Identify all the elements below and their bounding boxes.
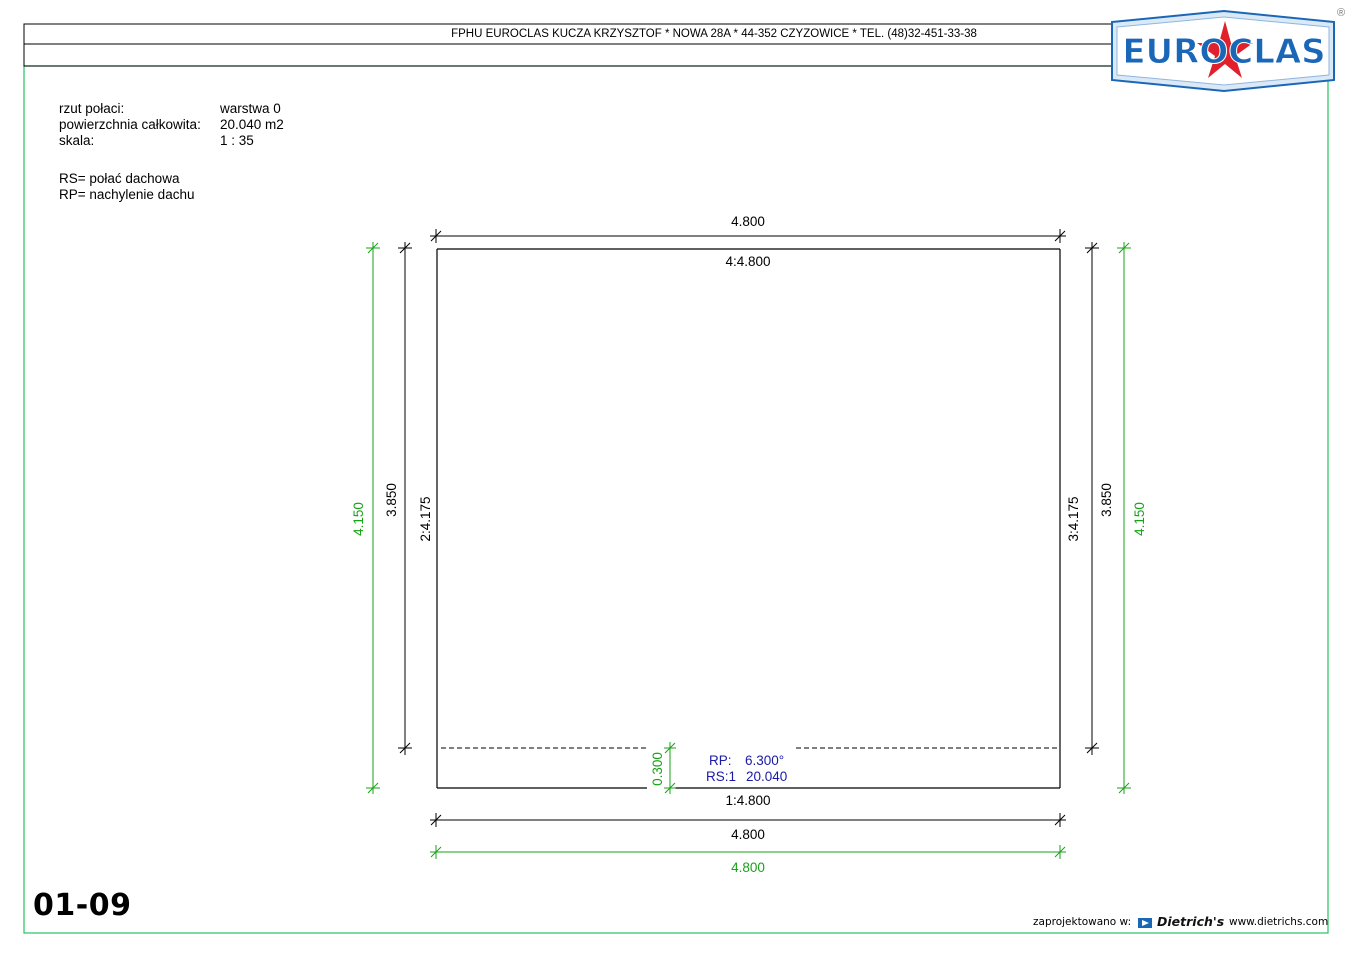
brand-name: Dietrich's — [1157, 914, 1225, 929]
dim-left-inner-label: 3.850 — [384, 483, 399, 517]
dim-left-outer-label: 4.150 — [351, 502, 366, 536]
roof-plan-value: warstwa 0 — [220, 101, 281, 116]
footer-website[interactable]: www.dietrichs.com — [1229, 916, 1328, 928]
overhang-label: 0.300 — [650, 752, 665, 786]
dim-bottom-green-label: 4.800 — [731, 860, 765, 875]
rs-value: 20.040 — [746, 769, 787, 784]
designed-in-label: zaprojektowano w: — [1033, 916, 1132, 928]
footer-brand: Dietrich's — [1157, 914, 1224, 929]
rs-label: RS:1 — [706, 769, 736, 784]
legend-rs: RS= połać dachowa — [59, 171, 180, 186]
scale-label: skala: — [59, 133, 95, 148]
edge-right-label: 3:4.175 — [1066, 496, 1081, 541]
registered-mark: ® — [1337, 7, 1346, 19]
edge-top-label: 4:4.800 — [725, 254, 770, 269]
company-header-line: FPHU EUROCLAS KUCZA KRZYSZTOF * NOWA 28A… — [451, 28, 977, 40]
edge-left-label: 2:4.175 — [418, 496, 433, 541]
dietrichs-logo-icon — [1138, 918, 1152, 928]
sheet-code: 01-09 — [33, 888, 132, 923]
rp-label: RP: — [709, 753, 732, 768]
total-area-label: powierzchnia całkowita: — [59, 117, 201, 132]
legend-rp: RP= nachylenie dachu — [59, 187, 195, 202]
dim-right-inner-label: 3.850 — [1099, 483, 1114, 517]
euroclas-logo: EUROCLAS — [1111, 9, 1335, 93]
total-area-value: 20.040 m2 — [220, 117, 284, 132]
dim-bottom-black-label: 4.800 — [731, 827, 765, 842]
drawing-sheet: EUROCLAS 4.800 4:4.800 1:4.800 4.800 4.8… — [23, 9, 1335, 934]
dim-right-outer-label: 4.150 — [1132, 502, 1147, 536]
sheet-frame — [23, 23, 1329, 934]
rp-value: 6.300° — [745, 753, 784, 768]
scale-value: 1 : 35 — [220, 133, 254, 148]
roof-plane-outline — [436, 248, 1061, 789]
edge-bottom-label: 1:4.800 — [725, 793, 770, 808]
dimension-lines-black — [398, 229, 1099, 827]
dimension-texts: 4.800 4:4.800 1:4.800 4.800 4.800 3.850 … — [351, 214, 1147, 875]
dim-top-label: 4.800 — [731, 214, 765, 229]
roof-plan-label: rzut połaci: — [59, 101, 125, 116]
